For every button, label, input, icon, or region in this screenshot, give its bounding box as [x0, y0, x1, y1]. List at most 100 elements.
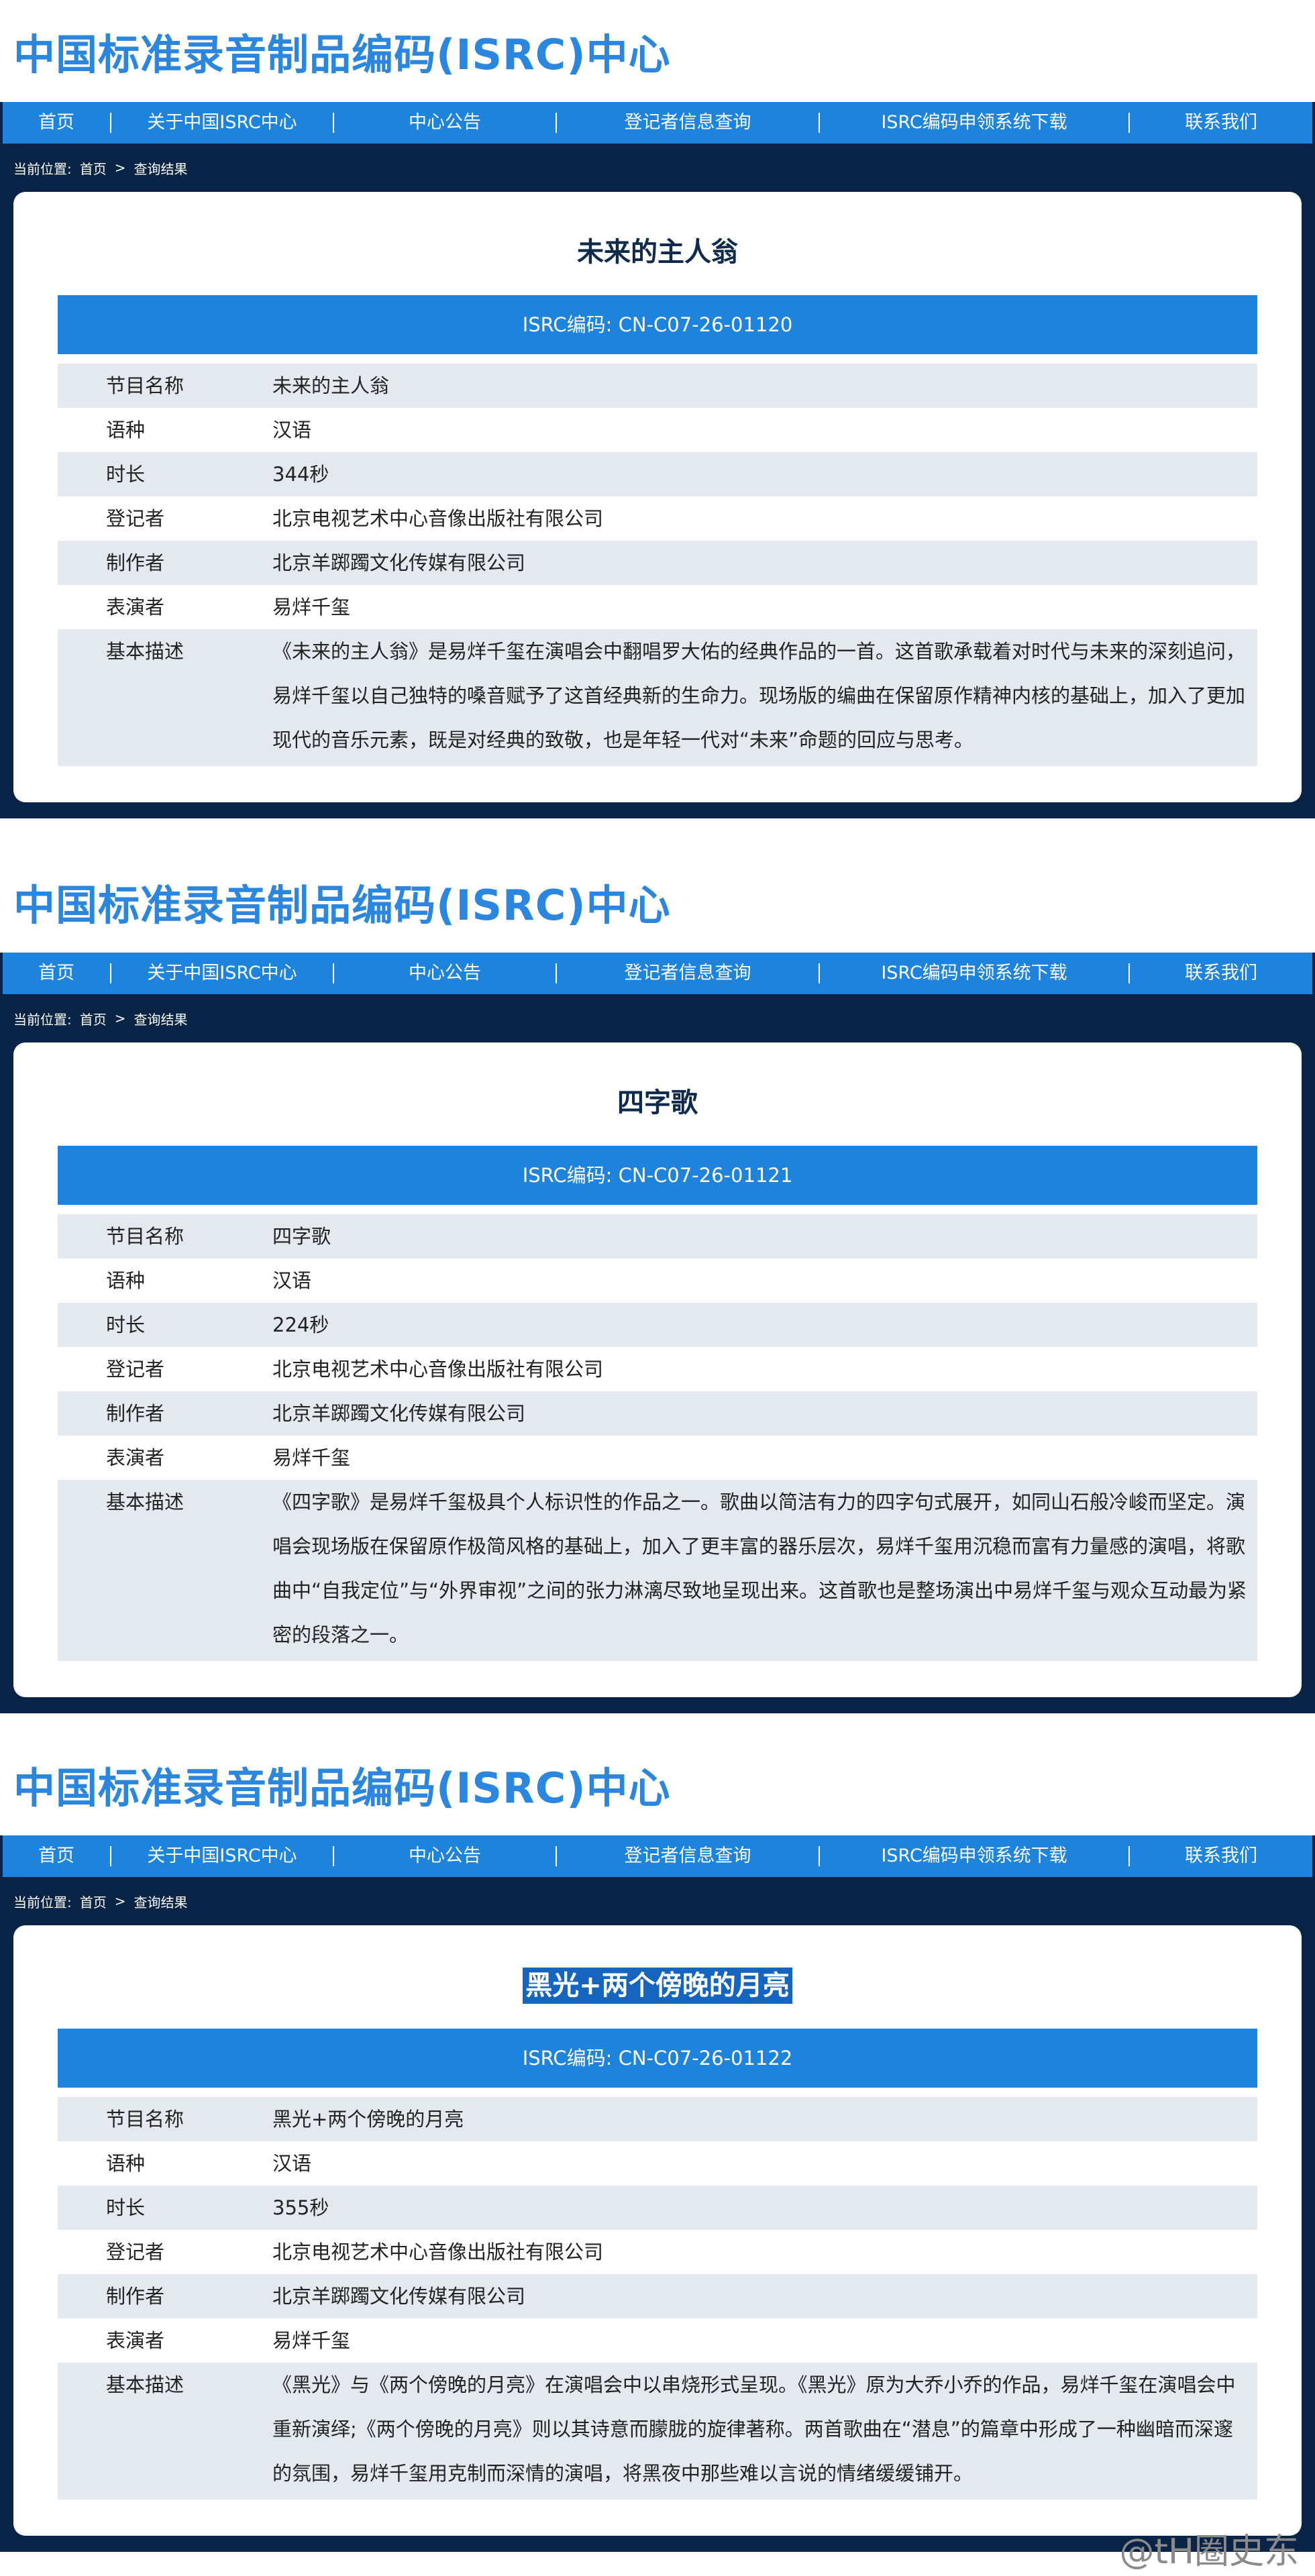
nav-registrant-query[interactable]: 登记者信息查询 — [557, 102, 819, 144]
nav-isrc-download[interactable]: ISRC编码申领系统下载 — [820, 1835, 1128, 1877]
song-title: 黑光+两个傍晚的月亮 — [58, 1967, 1257, 2004]
breadcrumb-home-link[interactable]: 首页 — [80, 1009, 107, 1028]
screenshot-panel-3: 中国标准录音制品编码(ISRC)中心 首页 关于中国ISRC中心 中心公告 登记… — [0, 1733, 1315, 2576]
nav-contact[interactable]: 联系我们 — [1130, 102, 1312, 144]
site-title: 中国标准录音制品编码(ISRC)中心 — [13, 881, 671, 930]
value-producer: 北京羊踯躅文化传媒有限公司 — [272, 1402, 526, 1425]
value-performer: 易烊千玺 — [272, 2329, 351, 2352]
breadcrumb-home-link[interactable]: 首页 — [80, 1892, 107, 1911]
label-name: 节目名称 — [106, 1225, 185, 1248]
nav-bar: 首页 关于中国ISRC中心 中心公告 登记者信息查询 ISRC编码申领系统下载 … — [0, 1835, 1315, 1877]
breadcrumb-home-link[interactable]: 首页 — [80, 158, 107, 178]
value-registrant: 北京电视艺术中心音像出版社有限公司 — [272, 1358, 604, 1381]
label-producer: 制作者 — [106, 551, 165, 574]
info-row-producer: 制作者 北京羊踯躅文化传媒有限公司 — [58, 1391, 1257, 1436]
breadcrumb-prefix: 当前位置: — [13, 1894, 72, 1911]
value-registrant: 北京电视艺术中心音像出版社有限公司 — [272, 507, 604, 530]
info-row-duration: 时长 224秒 — [58, 1303, 1257, 1347]
info-row-name: 节目名称 四字歌 — [58, 1214, 1257, 1258]
value-name: 未来的主人翁 — [272, 374, 390, 397]
value-producer: 北京羊踯躅文化传媒有限公司 — [272, 551, 526, 574]
value-description: 《四字歌》是易烊千玺极具个人标识性的作品之一。歌曲以简洁有力的四字句式展开，如同… — [272, 1491, 1247, 1646]
nav-contact[interactable]: 联系我们 — [1130, 1835, 1312, 1877]
breadcrumb: 当前位置: 首页 > 查询结果 — [13, 1877, 1302, 1925]
info-row-description: 基本描述 《黑光》与《两个傍晚的月亮》在演唱会中以串烧形式呈现。《黑光》原为大乔… — [58, 2363, 1257, 2500]
nav-bar: 首页 关于中国ISRC中心 中心公告 登记者信息查询 ISRC编码申领系统下载 … — [0, 953, 1315, 994]
info-row-duration: 时长 355秒 — [58, 2186, 1257, 2230]
nav-isrc-download[interactable]: ISRC编码申领系统下载 — [820, 102, 1128, 144]
info-row-name: 节目名称 黑光+两个傍晚的月亮 — [58, 2097, 1257, 2141]
value-language: 汉语 — [272, 419, 312, 441]
value-language: 汉语 — [272, 2152, 312, 2175]
content-area: 当前位置: 首页 > 查询结果 黑光+两个傍晚的月亮 ISRC编码: CN-C0… — [0, 1877, 1315, 2552]
value-producer: 北京羊踯躅文化传媒有限公司 — [272, 2285, 526, 2308]
screenshot-panel-2: 中国标准录音制品编码(ISRC)中心 首页 关于中国ISRC中心 中心公告 登记… — [0, 851, 1315, 1724]
content-area: 当前位置: 首页 > 查询结果 四字歌 ISRC编码: CN-C07-26-01… — [0, 994, 1315, 1713]
label-registrant: 登记者 — [106, 1358, 165, 1381]
info-row-performer: 表演者 易烊千玺 — [58, 1436, 1257, 1480]
nav-home[interactable]: 首页 — [3, 953, 110, 994]
label-performer: 表演者 — [106, 1446, 165, 1469]
value-name: 黑光+两个傍晚的月亮 — [272, 2108, 464, 2131]
info-row-registrant: 登记者 北京电视艺术中心音像出版社有限公司 — [58, 496, 1257, 541]
info-row-language: 语种 汉语 — [58, 408, 1257, 452]
value-description: 《未来的主人翁》是易烊千玺在演唱会中翻唱罗大佑的经典作品的一首。这首歌承载着对时… — [272, 640, 1246, 751]
song-title-text: 黑光+两个傍晚的月亮 — [523, 1968, 792, 2004]
label-language: 语种 — [106, 419, 146, 441]
result-card: 四字歌 ISRC编码: CN-C07-26-01121 节目名称 四字歌 语种 … — [13, 1042, 1302, 1697]
info-row-description: 基本描述 《未来的主人翁》是易烊千玺在演唱会中翻唱罗大佑的经典作品的一首。这首歌… — [58, 629, 1257, 766]
breadcrumb-prefix: 当前位置: — [13, 160, 72, 177]
isrc-code-bar: ISRC编码: CN-C07-26-01120 — [58, 295, 1257, 354]
content-area: 当前位置: 首页 > 查询结果 未来的主人翁 ISRC编码: CN-C07-26… — [0, 144, 1315, 818]
info-row-registrant: 登记者 北京电视艺术中心音像出版社有限公司 — [58, 1347, 1257, 1391]
label-description: 基本描述 — [106, 640, 185, 663]
breadcrumb-separator: > — [114, 160, 126, 176]
nav-registrant-query[interactable]: 登记者信息查询 — [557, 953, 819, 994]
breadcrumb-separator: > — [114, 1010, 126, 1026]
screenshot-panel-1: 中国标准录音制品编码(ISRC)中心 首页 关于中国ISRC中心 中心公告 登记… — [0, 0, 1315, 841]
info-row-description: 基本描述 《四字歌》是易烊千玺极具个人标识性的作品之一。歌曲以简洁有力的四字句式… — [58, 1480, 1257, 1661]
label-language: 语种 — [106, 1269, 146, 1292]
info-row-duration: 时长 344秒 — [58, 452, 1257, 496]
nav-announcements[interactable]: 中心公告 — [334, 953, 556, 994]
nav-announcements[interactable]: 中心公告 — [334, 102, 556, 144]
label-registrant: 登记者 — [106, 2241, 165, 2263]
nav-isrc-download[interactable]: ISRC编码申领系统下载 — [820, 953, 1128, 994]
song-title: 未来的主人翁 — [58, 233, 1257, 271]
breadcrumb-current: 查询结果 — [134, 1011, 188, 1028]
info-row-language: 语种 汉语 — [58, 2141, 1257, 2186]
nav-home[interactable]: 首页 — [3, 1835, 110, 1877]
nav-about[interactable]: 关于中国ISRC中心 — [111, 953, 333, 994]
result-card: 未来的主人翁 ISRC编码: CN-C07-26-01120 节目名称 未来的主… — [13, 192, 1302, 802]
label-producer: 制作者 — [106, 1402, 165, 1425]
value-duration: 355秒 — [272, 2196, 329, 2219]
value-description: 《黑光》与《两个傍晚的月亮》在演唱会中以串烧形式呈现。《黑光》原为大乔小乔的作品… — [272, 2373, 1236, 2485]
breadcrumb-current: 查询结果 — [134, 1894, 188, 1911]
value-language: 汉语 — [272, 1269, 312, 1292]
nav-about[interactable]: 关于中国ISRC中心 — [111, 1835, 333, 1877]
nav-bar: 首页 关于中国ISRC中心 中心公告 登记者信息查询 ISRC编码申领系统下载 … — [0, 102, 1315, 144]
nav-home[interactable]: 首页 — [3, 102, 110, 144]
info-row-registrant: 登记者 北京电视艺术中心音像出版社有限公司 — [58, 2230, 1257, 2274]
song-title: 四字歌 — [58, 1084, 1257, 1122]
label-performer: 表演者 — [106, 2329, 165, 2352]
label-registrant: 登记者 — [106, 507, 165, 530]
label-language: 语种 — [106, 2152, 146, 2175]
breadcrumb: 当前位置: 首页 > 查询结果 — [13, 144, 1302, 192]
nav-contact[interactable]: 联系我们 — [1130, 953, 1312, 994]
nav-about[interactable]: 关于中国ISRC中心 — [111, 102, 333, 144]
song-title-text: 未来的主人翁 — [577, 237, 738, 268]
watermark: @tH圈史东 — [1119, 2532, 1300, 2572]
site-title: 中国标准录音制品编码(ISRC)中心 — [13, 30, 671, 79]
nav-announcements[interactable]: 中心公告 — [334, 1835, 556, 1877]
breadcrumb-current: 查询结果 — [134, 160, 188, 177]
nav-registrant-query[interactable]: 登记者信息查询 — [557, 1835, 819, 1877]
breadcrumb-prefix: 当前位置: — [13, 1011, 72, 1028]
label-duration: 时长 — [106, 463, 146, 486]
info-row-performer: 表演者 易烊千玺 — [58, 585, 1257, 629]
info-row-producer: 制作者 北京羊踯躅文化传媒有限公司 — [58, 2274, 1257, 2318]
site-header: 中国标准录音制品编码(ISRC)中心 — [0, 851, 1315, 953]
value-performer: 易烊千玺 — [272, 1446, 351, 1469]
label-duration: 时长 — [106, 2196, 146, 2219]
isrc-code-bar: ISRC编码: CN-C07-26-01121 — [58, 1146, 1257, 1205]
